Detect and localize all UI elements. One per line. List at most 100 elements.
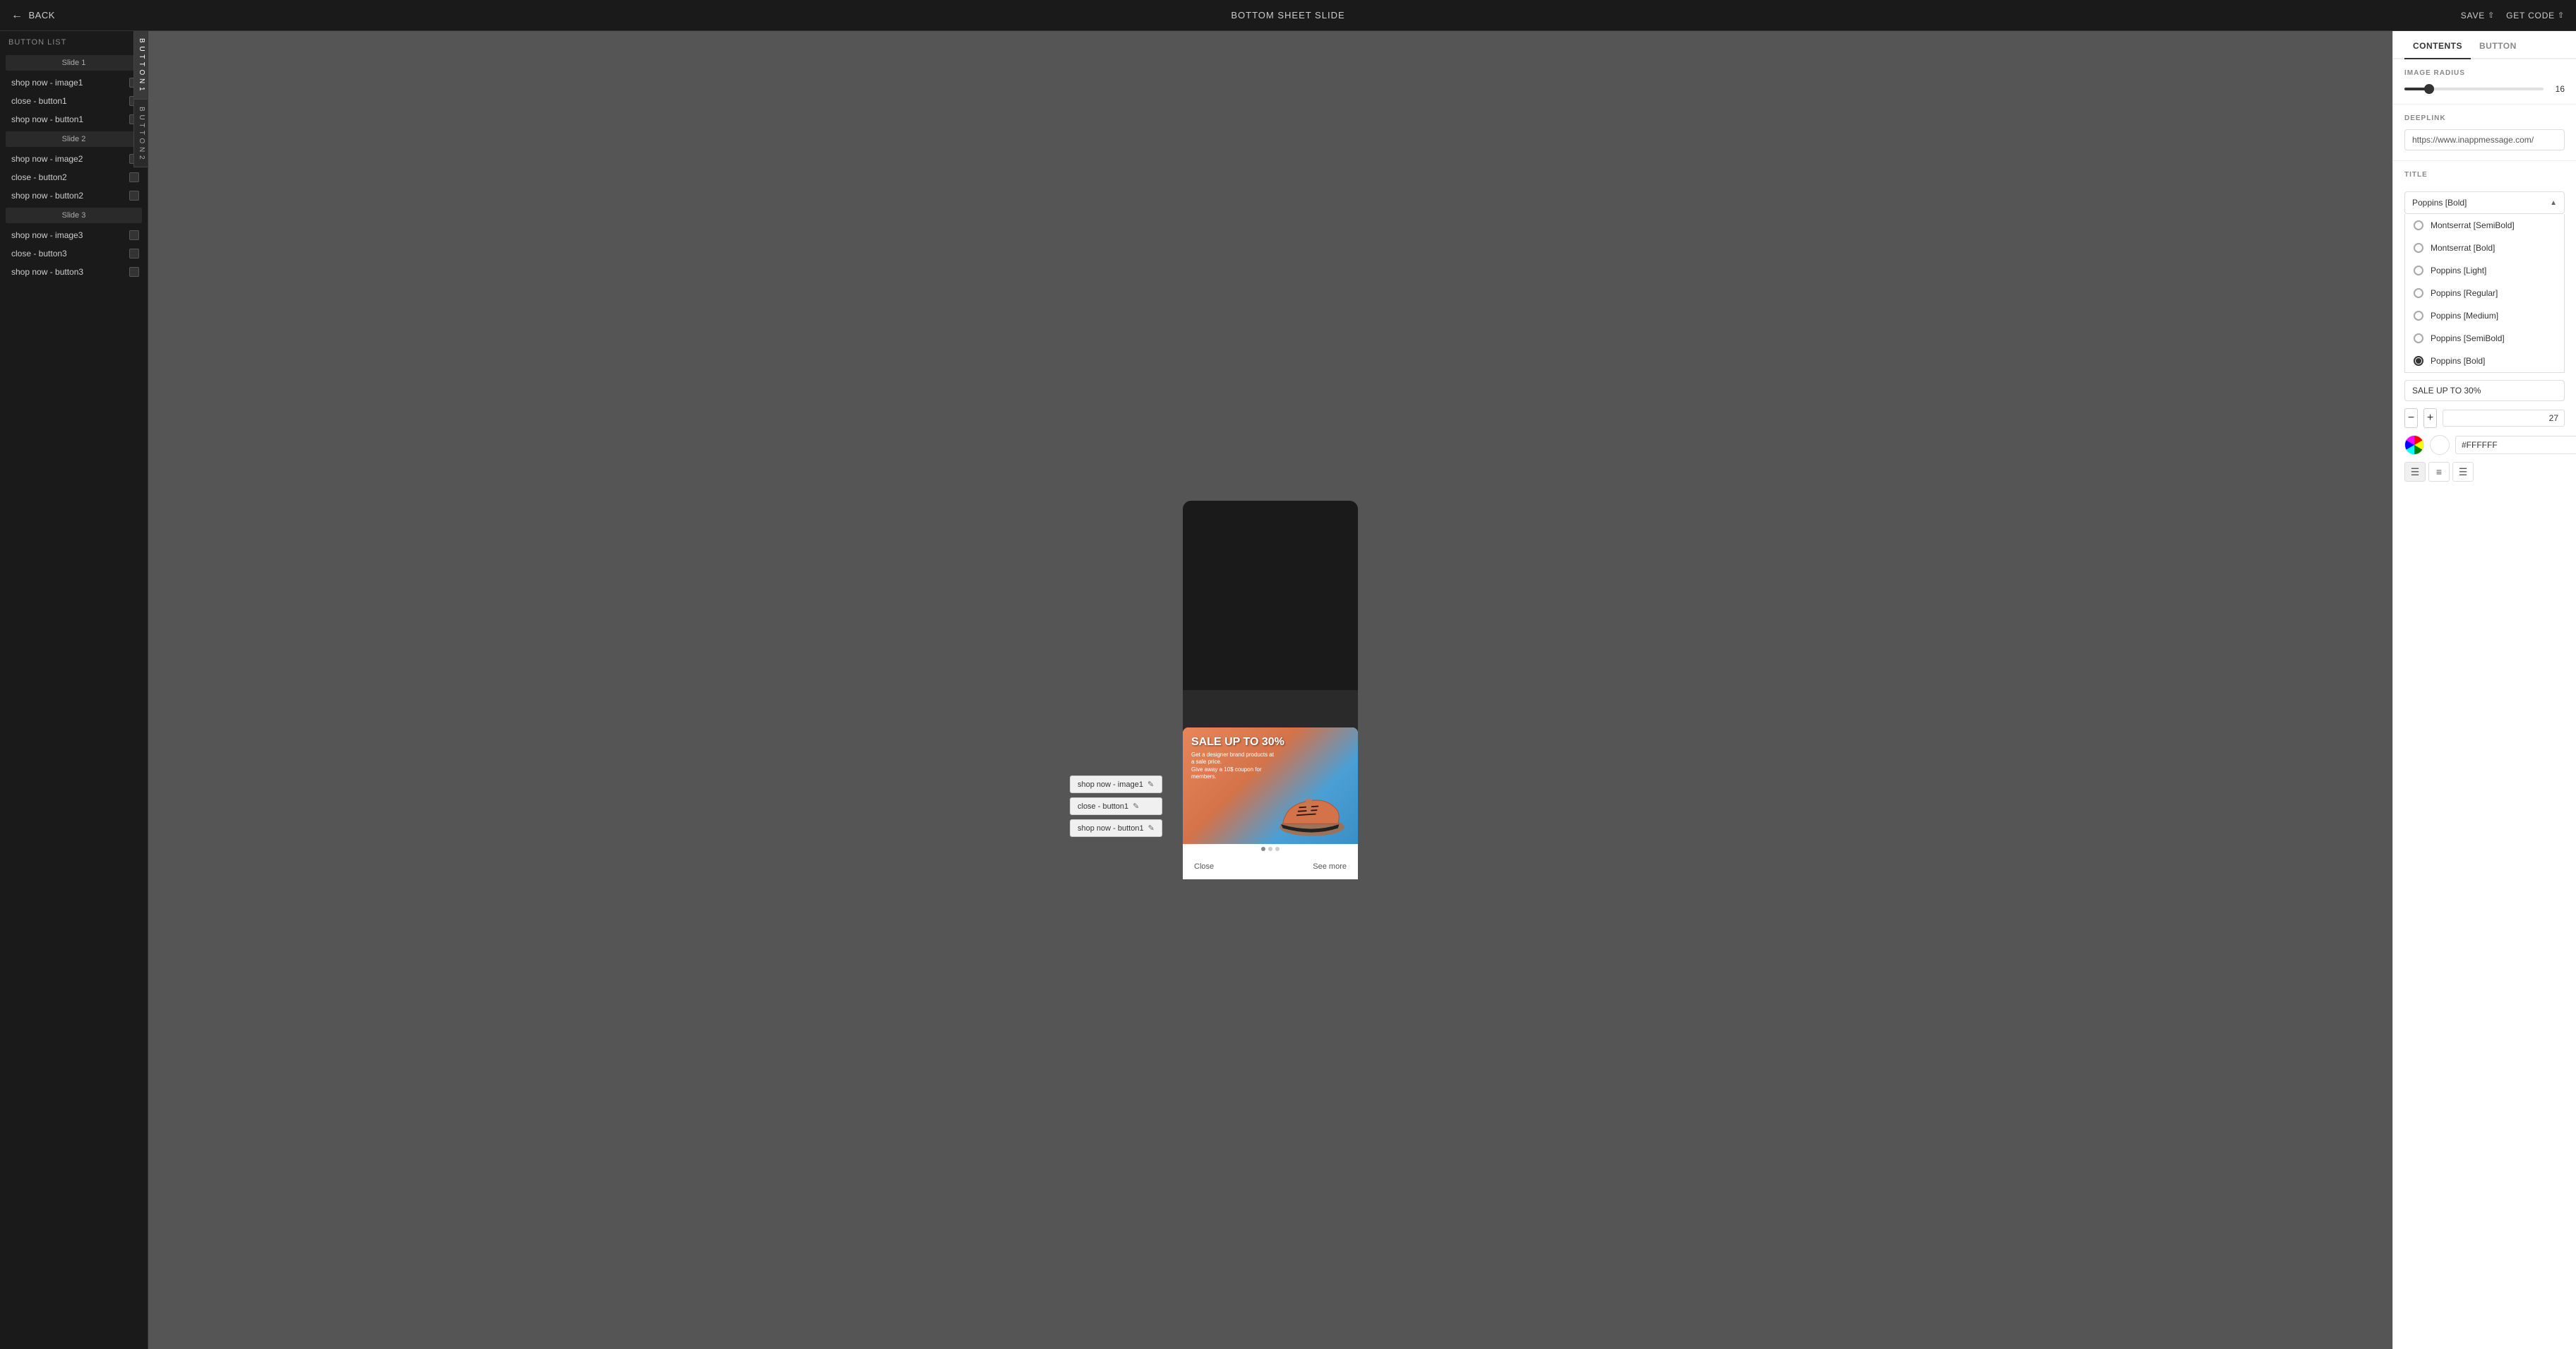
edit-icon: ✎ [1148,824,1155,833]
back-arrow-icon: ← [11,9,23,22]
sale-subtitle: Get a designer brand products at a sale … [1191,751,1276,781]
font-size-decrease[interactable]: − [2404,408,2418,428]
edit-icon: ✎ [1133,802,1139,811]
font-option-poppins-light[interactable]: Poppins [Light] [2405,259,2564,282]
font-option-poppins-bold[interactable]: Poppins [Bold] [2405,350,2564,372]
canvas-area: SALE UP TO 30% Get a designer brand prod… [148,31,2392,1349]
radio-montserrat-bold [2414,243,2423,253]
panel-tabs: CONTENTS BUTTON [2393,31,2576,59]
deeplink-section: DEEPLINK [2393,105,2576,161]
font-option-poppins-semibold[interactable]: Poppins [SemiBold] [2405,327,2564,350]
slide-3-label: Slide 3 [6,208,142,223]
slider-track[interactable] [2404,88,2544,90]
image-radius-slider-row: 16 [2404,84,2565,94]
image-radius-label: IMAGE RADIUS [2404,69,2565,77]
shoe-illustration [1273,788,1351,840]
radio-montserrat-semibold [2414,220,2423,230]
left-sidebar: BUTTON LIST Slide 1 shop now - image1 cl… [0,31,148,1349]
title-text-value[interactable]: SALE UP TO 30% [2404,380,2565,401]
checkbox-close-btn3[interactable] [129,249,139,258]
font-size-increase[interactable]: + [2423,408,2437,428]
radio-poppins-light [2414,266,2423,275]
color-hex-input[interactable] [2455,436,2576,454]
tab-contents[interactable]: CONTENTS [2404,31,2471,59]
get-code-button[interactable]: GET CODE ⇧ [2506,11,2565,20]
selected-font-label: Poppins [Bold] [2412,198,2467,208]
list-item[interactable]: shop now - button2 [0,186,148,205]
list-item[interactable]: close - button3 [0,244,148,263]
see-more-button[interactable]: See more [1313,860,1347,874]
font-size-stepper: − + [2404,408,2565,428]
bottom-sheet: SALE UP TO 30% Get a designer brand prod… [1183,727,1358,879]
checkbox-shop-btn2[interactable] [129,191,139,201]
floating-btn-close-button1[interactable]: close - button1 ✎ [1070,797,1162,815]
sheet-image: SALE UP TO 30% Get a designer brand prod… [1183,727,1358,844]
checkbox-shop-image3[interactable] [129,230,139,240]
checkbox-shop-btn3[interactable] [129,267,139,277]
radio-poppins-bold [2414,356,2423,366]
checkbox-close-btn2[interactable] [129,172,139,182]
list-item[interactable]: shop now - image3 [0,226,148,244]
sheet-dots [1183,844,1358,854]
get-code-icon: ⇧ [2558,11,2565,20]
color-toggle-button[interactable] [2430,435,2450,455]
button-tab-2[interactable]: B U T T O N 2 [133,100,148,168]
font-size-input[interactable] [2443,410,2565,427]
font-option-poppins-regular[interactable]: Poppins [Regular] [2405,282,2564,304]
close-sheet-button[interactable]: Close [1194,860,1214,874]
floating-btn-shop-button1[interactable]: shop now - button1 ✎ [1070,819,1162,837]
list-item[interactable]: shop now - button3 [0,263,148,281]
font-dropdown[interactable]: Poppins [Bold] ▲ [2404,191,2565,214]
align-left-button[interactable]: ☰ [2404,462,2426,482]
deeplink-input[interactable] [2404,129,2565,150]
back-label: BACK [29,10,55,20]
radio-poppins-semibold [2414,333,2423,343]
phone-mockup: SALE UP TO 30% Get a designer brand prod… [1183,501,1358,879]
slide-2-label: Slide 2 [6,131,142,147]
slider-thumb[interactable] [2424,84,2434,94]
save-icon: ⇧ [2488,11,2495,20]
right-panel: CONTENTS BUTTON IMAGE RADIUS 16 DEEPLINK… [2392,31,2576,1349]
list-item[interactable]: shop now - image1 [0,73,148,92]
image-radius-section: IMAGE RADIUS 16 [2393,59,2576,105]
dot-2 [1268,847,1272,851]
back-button[interactable]: ← BACK [11,9,55,22]
sheet-action-buttons: Close See more [1183,854,1358,879]
font-option-montserrat-semibold[interactable]: Montserrat [SemiBold] [2405,214,2564,237]
top-bar: ← BACK BOTTOM SHEET SLIDE SAVE ⇧ GET COD… [0,0,2576,31]
sale-title: SALE UP TO 30% [1191,736,1284,749]
text-alignment-row: ☰ ≡ ☰ [2404,462,2565,482]
save-button[interactable]: SAVE ⇧ [2461,11,2495,20]
tab-button[interactable]: BUTTON [2471,31,2525,59]
button-tab-1[interactable]: B U T T O N 1 [133,31,148,100]
page-title: BOTTOM SHEET SLIDE [1231,10,1344,20]
title-section-label: TITLE [2404,171,2565,184]
color-picker-row [2404,435,2565,455]
button-tabs: B U T T O N 1 B U T T O N 2 [133,31,148,167]
list-item[interactable]: close - button2 [0,168,148,186]
floating-buttons-panel: shop now - image1 ✎ close - button1 ✎ sh… [1070,775,1162,837]
align-center-button[interactable]: ≡ [2428,462,2450,482]
font-dropdown-list: Montserrat [SemiBold] Montserrat [Bold] … [2404,214,2565,373]
chevron-up-icon: ▲ [2550,199,2557,207]
sale-overlay: SALE UP TO 30% Get a designer brand prod… [1191,736,1284,781]
dot-3 [1275,847,1280,851]
phone-top [1183,501,1358,690]
list-item[interactable]: shop now - image2 [0,150,148,168]
edit-icon: ✎ [1147,780,1154,789]
sidebar-header: BUTTON LIST [0,31,148,52]
floating-btn-shop-image1[interactable]: shop now - image1 ✎ [1070,775,1162,793]
font-option-poppins-medium[interactable]: Poppins [Medium] [2405,304,2564,327]
slider-fill [2404,88,2426,90]
radio-poppins-regular [2414,288,2423,298]
dot-1 [1261,847,1265,851]
slider-value: 16 [2551,84,2565,94]
align-right-button[interactable]: ☰ [2452,462,2474,482]
list-item[interactable]: close - button1 [0,92,148,110]
font-option-montserrat-bold[interactable]: Montserrat [Bold] [2405,237,2564,259]
color-picker-swatch[interactable] [2404,435,2424,455]
slide-1-label: Slide 1 [6,55,142,71]
list-item[interactable]: shop now - button1 [0,110,148,129]
top-bar-actions: SAVE ⇧ GET CODE ⇧ [2461,11,2565,20]
radio-poppins-medium [2414,311,2423,321]
